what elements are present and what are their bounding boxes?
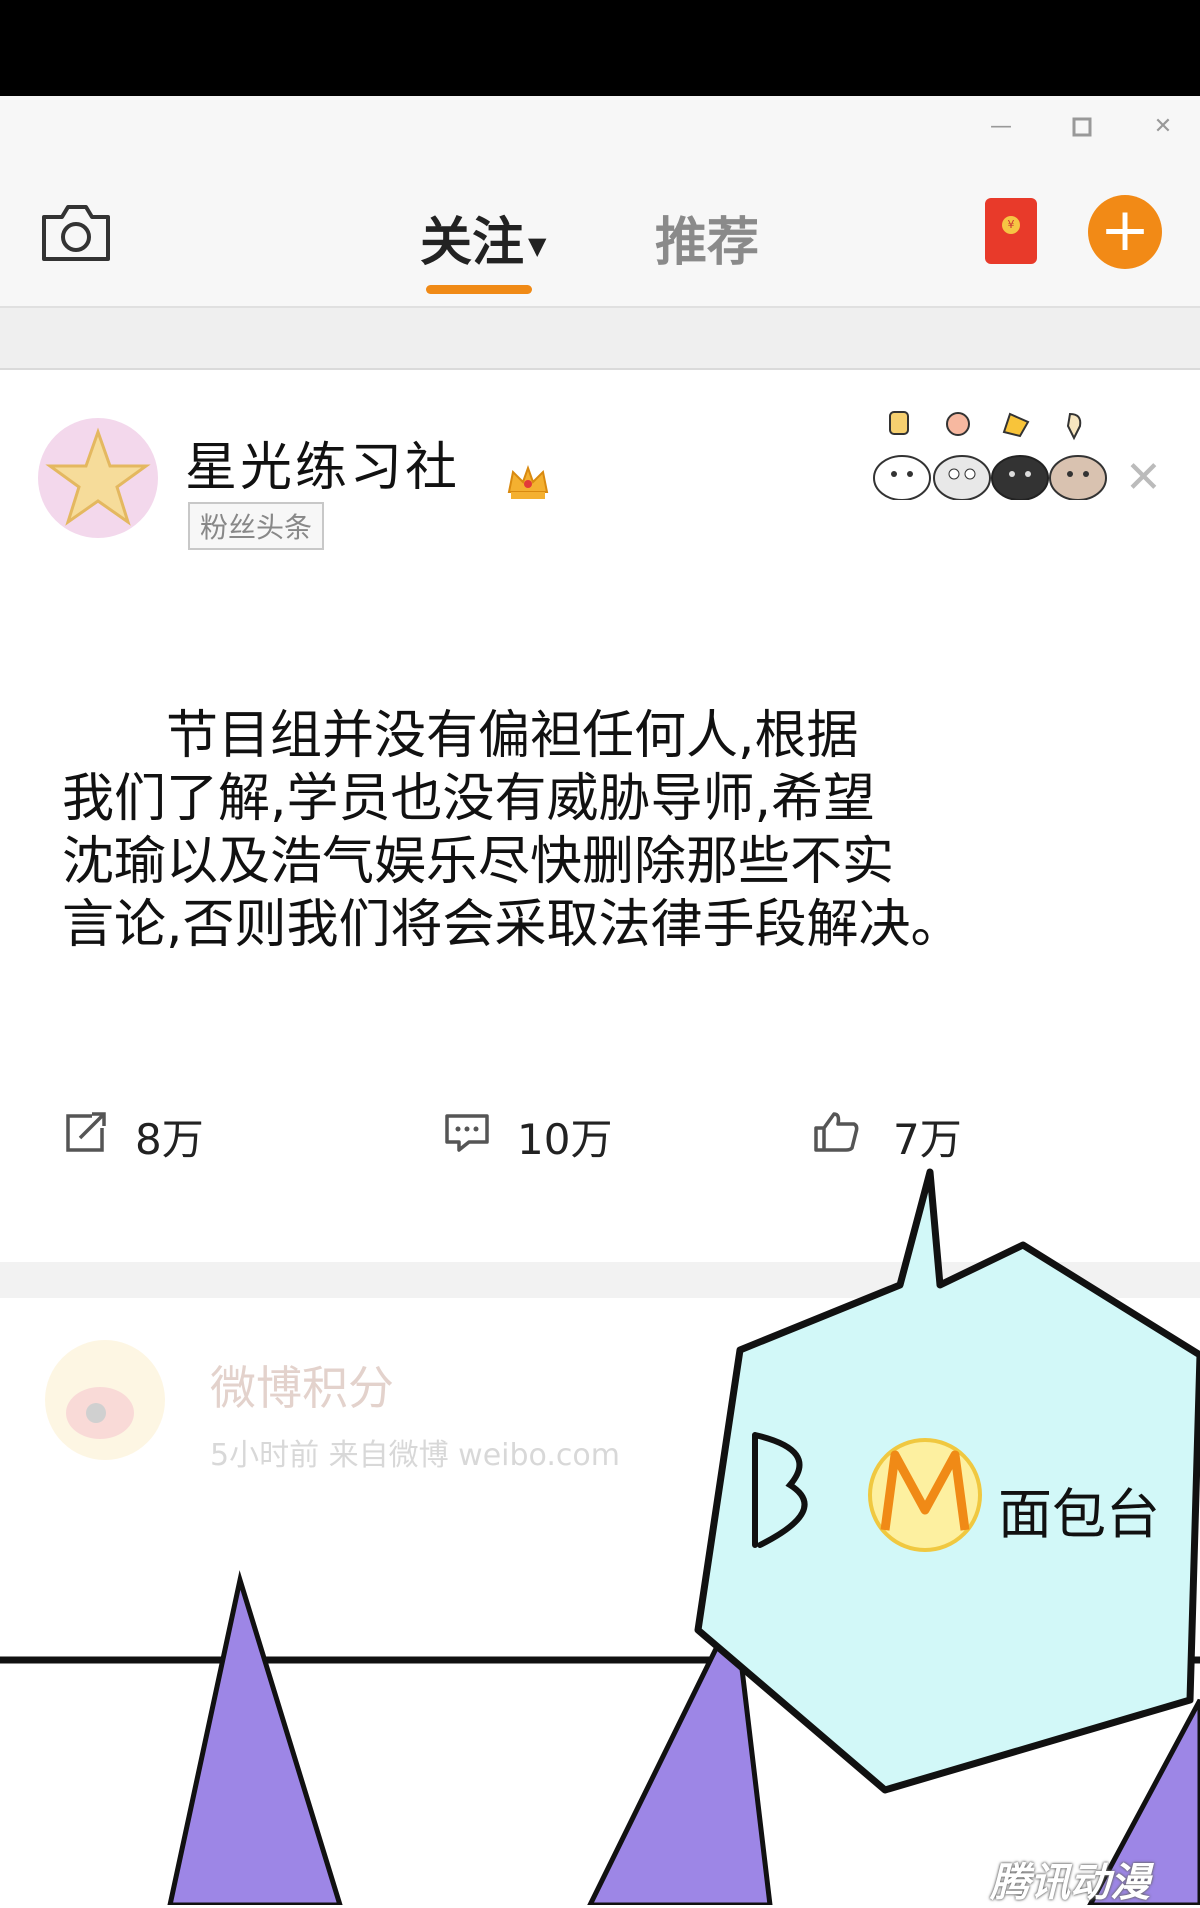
watermark: 腾讯动漫 [990, 1860, 1150, 1906]
comic-overlay [0, 1168, 1200, 1905]
bubble-text: 面包台 [998, 1483, 1160, 1546]
purple-spike-left [167, 1570, 343, 1905]
